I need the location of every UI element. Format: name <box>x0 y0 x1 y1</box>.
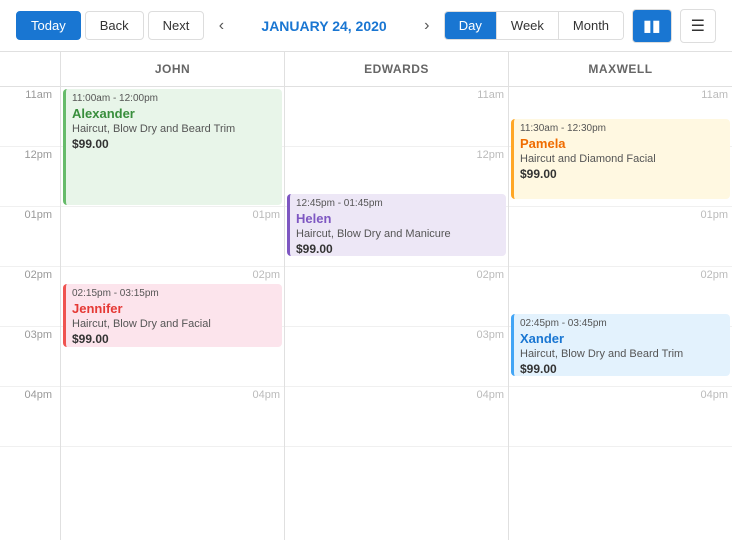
view-toggle: Day Week Month <box>444 11 624 40</box>
prev-date-button[interactable]: ‹ <box>211 13 232 39</box>
event-price: $99.00 <box>520 167 724 181</box>
event-price: $99.00 <box>72 332 276 346</box>
event-time: 11:00am - 12:00pm <box>72 93 276 104</box>
event-helen[interactable]: 12:45pm - 01:45pm Helen Haircut, Blow Dr… <box>287 194 506 256</box>
event-name: Helen <box>296 211 500 226</box>
event-name: Xander <box>520 331 724 346</box>
nav-buttons: Today Back Next <box>16 11 204 40</box>
event-price: $99.00 <box>296 242 500 256</box>
view-controls: Day Week Month ▮▮ ☰ <box>444 9 716 43</box>
date-navigation: ‹ JANUARY 24, 2020 › <box>211 13 438 39</box>
staff-header-edwards: EDWARDS <box>284 52 508 86</box>
event-service: Haircut, Blow Dry and Manicure <box>296 228 500 240</box>
event-pamela[interactable]: 11:30am - 12:30pm Pamela Haircut and Dia… <box>511 119 730 199</box>
event-jennifer[interactable]: 02:15pm - 03:15pm Jennifer Haircut, Blow… <box>63 284 282 347</box>
time-slot-11am: 11am <box>0 87 60 147</box>
time-slot-02pm: 02pm <box>0 267 60 327</box>
current-date: JANUARY 24, 2020 <box>244 18 404 34</box>
event-name: Jennifer <box>72 301 276 316</box>
next-button[interactable]: Next <box>148 11 205 40</box>
next-date-button[interactable]: › <box>416 13 437 39</box>
event-time: 11:30am - 12:30pm <box>520 123 724 134</box>
event-time: 02:45pm - 03:45pm <box>520 318 724 329</box>
event-time: 12:45pm - 01:45pm <box>296 198 500 209</box>
maxwell-lane: 11am 12pm 01pm 02pm 03pm 04pm 11:30am - … <box>508 87 732 540</box>
john-lane: 11am 12pm 01pm 02pm 03pm 04pm 11:00am - … <box>60 87 284 540</box>
day-view-button[interactable]: Day <box>445 12 497 39</box>
event-price: $99.00 <box>520 362 724 376</box>
staff-header-john: JOHN <box>60 52 284 86</box>
time-slot-01pm: 01pm <box>0 207 60 267</box>
time-slot-12pm: 12pm <box>0 147 60 207</box>
event-time: 02:15pm - 03:15pm <box>72 288 276 299</box>
event-name: Pamela <box>520 136 724 151</box>
event-service: Haircut, Blow Dry and Beard Trim <box>72 123 276 135</box>
week-view-button[interactable]: Week <box>497 12 559 39</box>
time-column: 11am 12pm 01pm 02pm 03pm 04pm <box>0 87 60 540</box>
event-service: Haircut and Diamond Facial <box>520 153 724 165</box>
calendar-container: JOHN EDWARDS MAXWELL 11am 12pm 01pm 02pm… <box>0 52 732 540</box>
time-col-header <box>0 52 60 86</box>
back-button[interactable]: Back <box>85 11 144 40</box>
staff-grid: 11am 12pm 01pm 02pm 03pm 04pm 11:00am - … <box>60 87 732 540</box>
calendar-body: 11am 12pm 01pm 02pm 03pm 04pm 11am 12pm … <box>0 87 732 540</box>
month-view-button[interactable]: Month <box>559 12 623 39</box>
event-service: Haircut, Blow Dry and Beard Trim <box>520 348 724 360</box>
app-header: Today Back Next ‹ JANUARY 24, 2020 › Day… <box>0 0 732 52</box>
event-name: Alexander <box>72 106 276 121</box>
edwards-lane: 11am 12pm 01pm 02pm 03pm 04pm 12:45pm - … <box>284 87 508 540</box>
event-service: Haircut, Blow Dry and Facial <box>72 318 276 330</box>
today-button[interactable]: Today <box>16 11 81 40</box>
event-xander[interactable]: 02:45pm - 03:45pm Xander Haircut, Blow D… <box>511 314 730 376</box>
staff-header-maxwell: MAXWELL <box>508 52 732 86</box>
time-slot-03pm: 03pm <box>0 327 60 387</box>
event-alexander[interactable]: 11:00am - 12:00pm Alexander Haircut, Blo… <box>63 89 282 205</box>
event-price: $99.00 <box>72 137 276 151</box>
menu-button[interactable]: ☰ <box>680 9 716 43</box>
grid-view-button[interactable]: ▮▮ <box>632 9 672 43</box>
calendar-column-headers: JOHN EDWARDS MAXWELL <box>0 52 732 87</box>
time-slot-04pm: 04pm <box>0 387 60 447</box>
